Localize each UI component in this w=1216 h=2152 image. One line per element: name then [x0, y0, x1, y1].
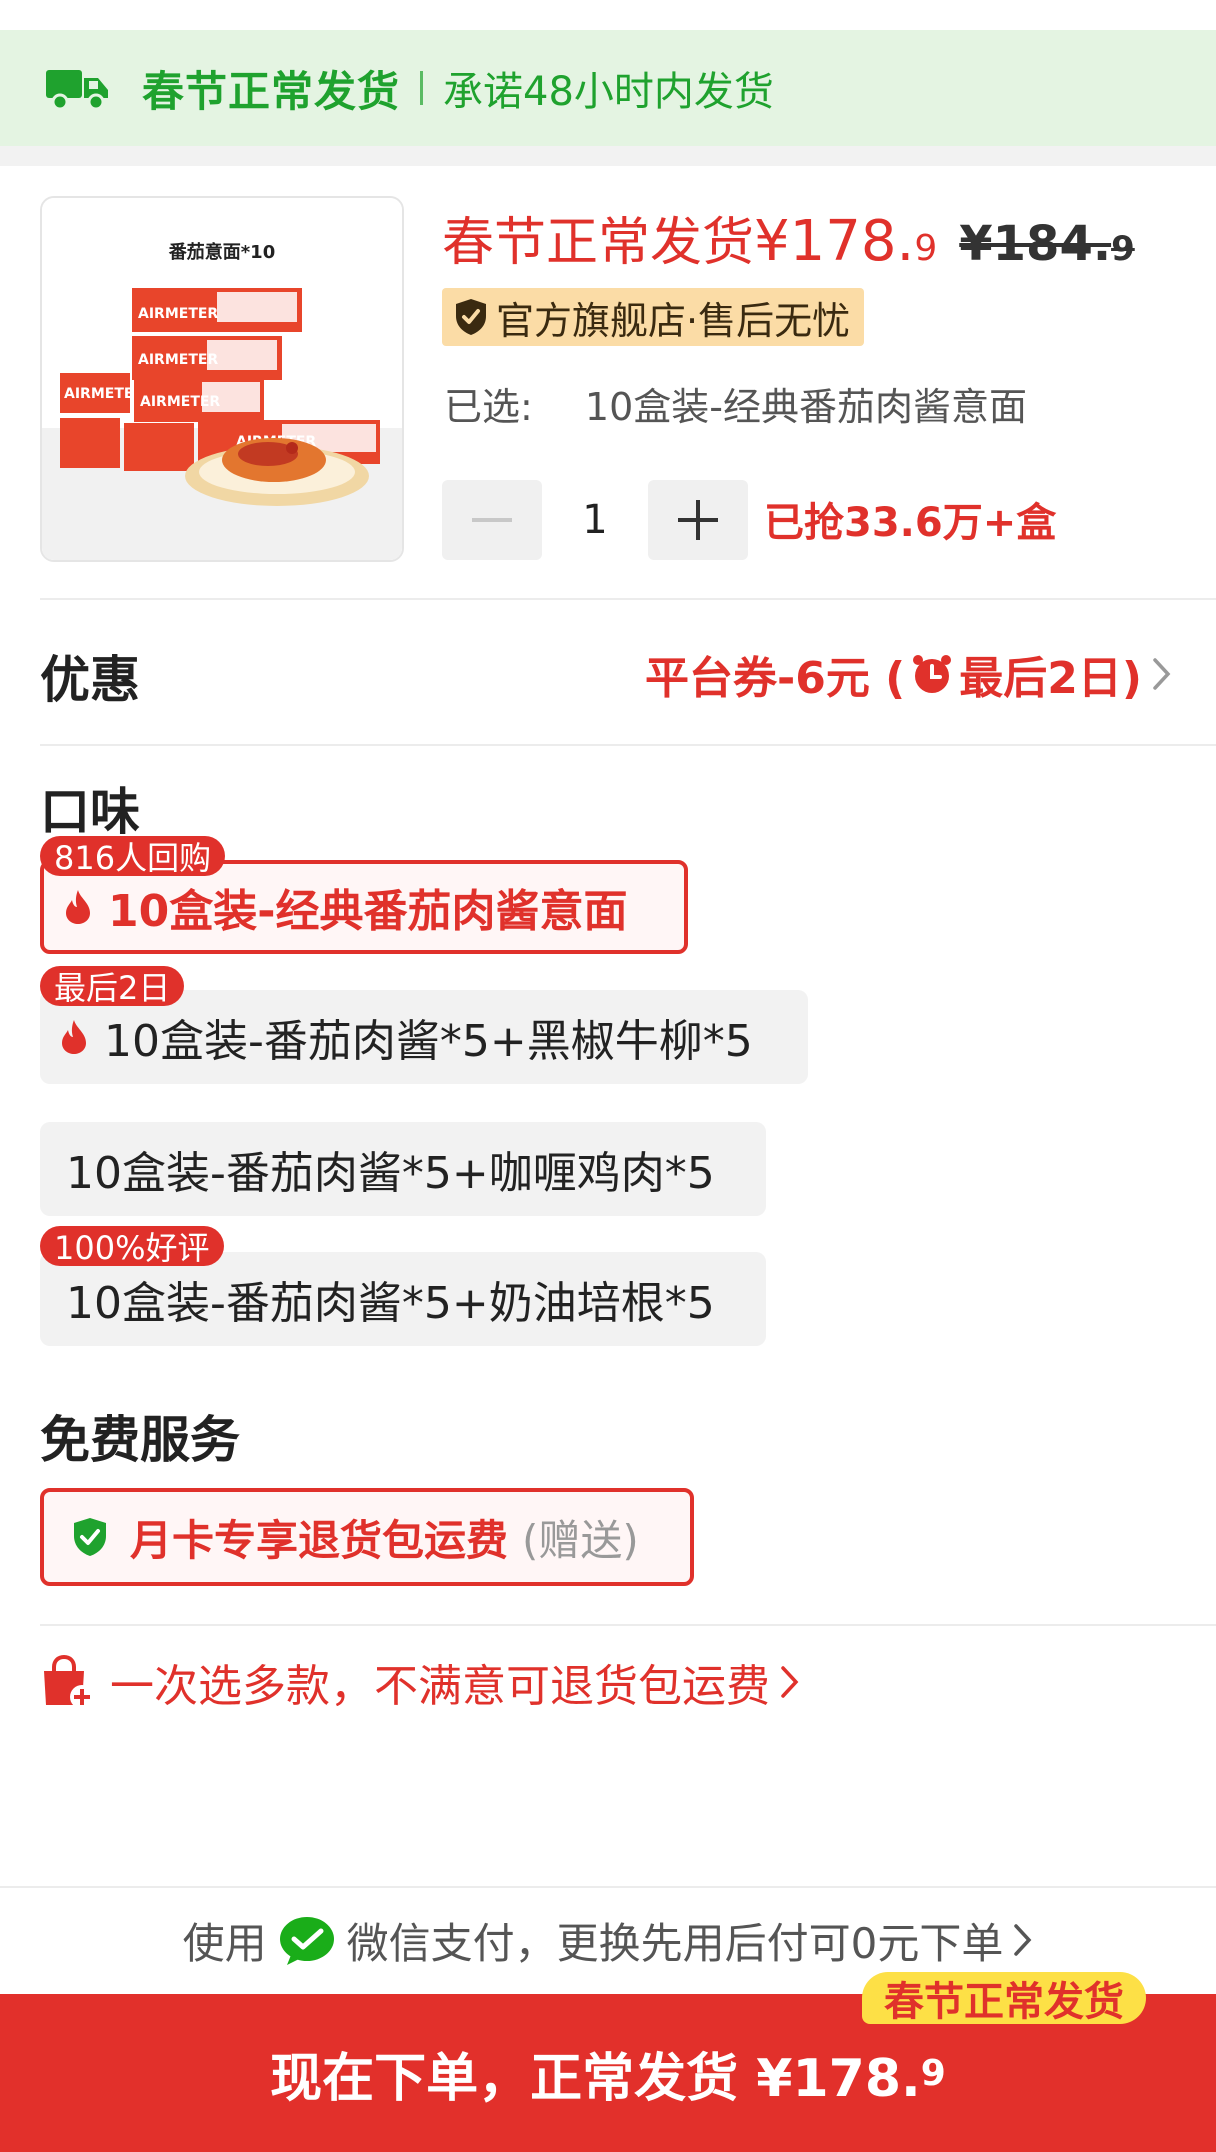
divider — [40, 1624, 1216, 1626]
quantity-increase-button[interactable] — [648, 480, 748, 560]
product-thumbnail[interactable]: 番茄意面*10 AIRMETER AIRMETER AIRMETER AIRME… — [40, 196, 404, 562]
divider — [40, 744, 1216, 746]
flavor-option-label: 10盒装-番茄肉酱*5+咖喱鸡肉*5 — [66, 1148, 715, 1199]
divider — [0, 1886, 1216, 1888]
svg-text:AIRMETER: AIRMETER — [140, 394, 220, 410]
chevron-right-icon — [781, 1666, 799, 1698]
truck-icon — [46, 70, 108, 110]
flavor-tag: 100%好评 — [40, 1226, 224, 1267]
price-label: 春节正常发货 — [442, 213, 755, 273]
selected-label: 已选: — [444, 385, 533, 429]
selected-value: 10盒装-经典番茄肉酱意面 — [584, 385, 1027, 429]
flavor-option[interactable]: 10盒装-番茄肉酱*5+咖喱鸡肉*5 — [40, 1122, 766, 1216]
flavor-option-label: 10盒装-番茄肉酱*5+奶油培根*5 — [66, 1278, 715, 1329]
banner-divider — [420, 71, 424, 105]
flavor-tag: 816人回购 — [40, 836, 226, 877]
svg-text:AIRMETER: AIRMETER — [64, 386, 144, 402]
service-option[interactable]: 月卡专享退货包运费 (赠送) — [40, 1488, 694, 1586]
minus-icon — [472, 518, 512, 522]
flavor-tag: 最后2日 — [40, 966, 185, 1007]
service-label: 月卡专享退货包运费 — [130, 1515, 509, 1565]
sold-count: 已抢33.6万+盒 — [764, 500, 1057, 546]
wechat-pay-icon — [279, 1917, 334, 1965]
promo-label: 优惠 — [40, 651, 140, 709]
buy-button-decimal: 9 — [920, 2052, 946, 2094]
flame-icon — [66, 890, 90, 924]
banner-subtitle: 承诺48小时内发货 — [443, 69, 774, 115]
shield-check-icon — [456, 299, 486, 335]
returns-info[interactable]: 一次选多款，不满意可退货包运费 — [40, 1650, 800, 1714]
promo-coupon-text: 平台券-6元 ( — [644, 653, 906, 704]
payment-prefix: 使用 — [182, 1918, 267, 1968]
quantity-value[interactable]: 1 — [542, 480, 648, 560]
payment-text: 微信支付，更换先用后付可0元下单 — [346, 1918, 1004, 1968]
store-badge-text: 官方旗舰店·售后无忧 — [496, 298, 851, 343]
plus-icon — [678, 500, 718, 540]
price-line: 春节正常发货 ¥178. 9 ¥184. 9 — [442, 200, 1135, 274]
quantity-decrease-button[interactable] — [442, 480, 542, 560]
store-badge: 官方旗舰店·售后无忧 — [442, 288, 865, 346]
section-gap — [0, 146, 1216, 166]
payment-method[interactable]: 使用 微信支付，更换先用后付可0元下单 — [0, 1910, 1216, 1970]
chevron-right-icon — [1014, 1924, 1032, 1956]
selected-variant: 已选: 10盒装-经典番茄肉酱意面 — [444, 376, 1027, 431]
flavor-option-label: 10盒装-经典番茄肉酱意面 — [108, 886, 628, 937]
svg-text:番茄意面*10: 番茄意面*10 — [168, 241, 275, 263]
service-title: 免费服务 — [40, 1411, 240, 1469]
original-price: ¥184. — [959, 216, 1112, 272]
flavor-option-label: 10盒装-番茄肉酱*5+黑椒牛柳*5 — [104, 1016, 753, 1067]
promo-deadline: 最后2日) — [959, 653, 1142, 704]
spring-festival-tag: 春节正常发货 — [862, 1972, 1146, 2025]
chevron-right-icon — [1153, 658, 1171, 690]
service-note: (赠送) — [522, 1515, 639, 1565]
alarm-clock-icon — [913, 655, 952, 693]
shield-check-icon — [74, 1518, 106, 1556]
promo-coupon[interactable]: 平台券-6元 ( 最后2日) — [645, 642, 1172, 706]
current-price: ¥178. — [754, 209, 915, 274]
svg-text:AIRMETER: AIRMETER — [138, 306, 218, 322]
shipping-banner: 春节正常发货 承诺48小时内发货 — [0, 30, 1216, 146]
buy-button-label: 现在下单，正常发货 ¥178. — [270, 2048, 921, 2109]
shopping-bag-plus-icon — [44, 1655, 94, 1709]
banner-title: 春节正常发货 — [142, 66, 401, 116]
returns-text: 一次选多款，不满意可退货包运费 — [110, 1661, 770, 1712]
flame-icon — [62, 1020, 86, 1054]
divider — [40, 598, 1216, 600]
current-price-decimal: 9 — [914, 228, 938, 269]
original-price-decimal: 9 — [1111, 229, 1135, 269]
svg-text:AIRMETER: AIRMETER — [138, 352, 218, 368]
product-image: 番茄意面*10 AIRMETER AIRMETER AIRMETER AIRME… — [42, 198, 402, 560]
